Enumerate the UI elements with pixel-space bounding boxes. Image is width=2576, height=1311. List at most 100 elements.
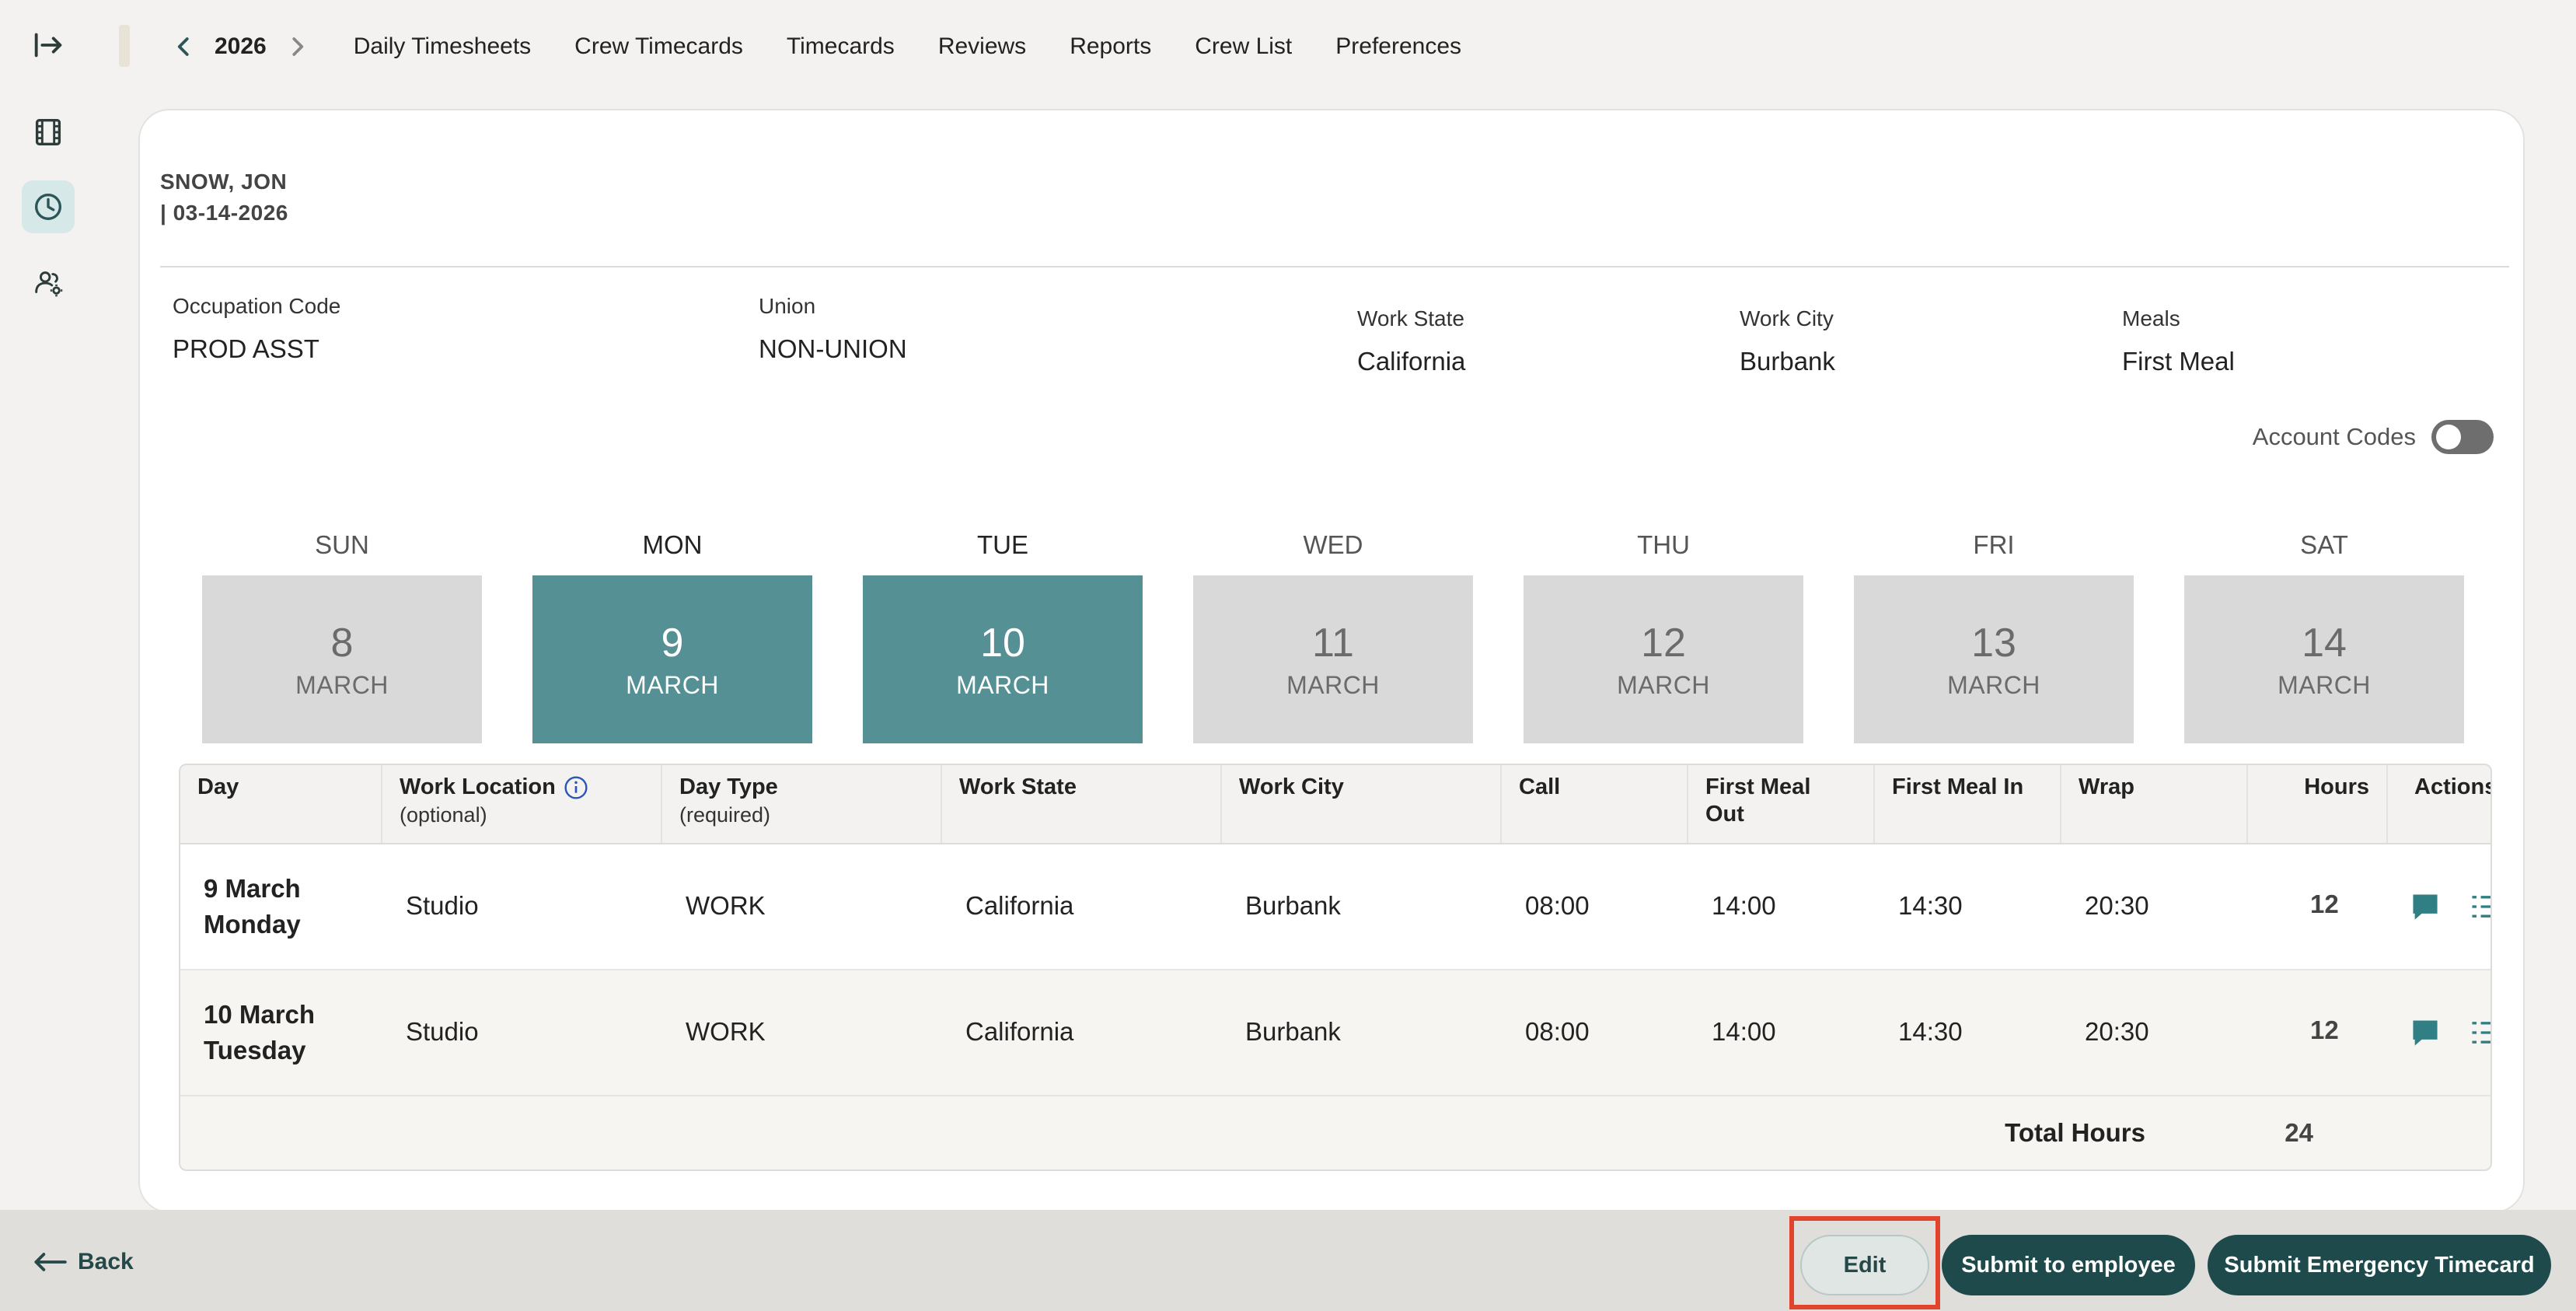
day-month: MARCH xyxy=(1617,670,1710,699)
next-year-button[interactable] xyxy=(284,33,310,60)
day-wed[interactable]: WED 11 MARCH xyxy=(1193,530,1473,743)
row-day-type: WORK xyxy=(686,1017,766,1046)
back-button[interactable]: Back xyxy=(33,1249,134,1275)
field-label: Occupation Code xyxy=(173,294,341,318)
row-work-city: Burbank xyxy=(1245,891,1341,920)
column-header-actions: Actions xyxy=(2414,774,2492,799)
row-day: 10 March Tuesday xyxy=(204,1000,316,1065)
comment-icon[interactable] xyxy=(2410,891,2441,922)
week-day-picker: SUN 8 MARCH MON 9 MARCH TUE 10 MARCH WED 11… xyxy=(202,530,2508,743)
nav-daily-timesheets[interactable]: Daily Timesheets xyxy=(354,33,531,60)
work-state-field: Work State California xyxy=(1357,306,1465,376)
row-hours: 12 xyxy=(2310,1016,2339,1044)
toggle-knob xyxy=(2436,425,2461,449)
total-hours-row: Total Hours 24 xyxy=(180,1096,2490,1169)
account-codes-label: Account Codes xyxy=(2252,423,2416,450)
row-work-location: Studio xyxy=(406,1017,479,1046)
row-first-meal-in: 14:30 xyxy=(1898,891,1963,920)
row-call: 08:00 xyxy=(1525,891,1590,920)
day-number: 9 xyxy=(661,620,684,666)
day-of-week: THU xyxy=(1637,530,1690,559)
row-day-type: WORK xyxy=(686,891,766,920)
column-header-first-meal-in: First Meal In xyxy=(1875,765,2061,843)
column-header-work-state: Work State xyxy=(942,765,1222,843)
sidebar-item-crew-settings[interactable] xyxy=(22,257,75,309)
day-month: MARCH xyxy=(2278,670,2371,699)
table-row[interactable]: 10 March Tuesday Studio WORK California B… xyxy=(180,970,2490,1096)
row-work-state: California xyxy=(965,891,1074,920)
row-work-location: Studio xyxy=(406,891,479,920)
day-of-week: TUE xyxy=(977,530,1028,559)
edit-button[interactable]: Edit xyxy=(1800,1235,1929,1295)
submit-emergency-timecard-button[interactable]: Submit Emergency Timecard xyxy=(2208,1235,2551,1295)
day-of-week: WED xyxy=(1303,530,1363,559)
total-hours-label: Total Hours xyxy=(2005,1118,2145,1147)
day-number: 8 xyxy=(330,620,354,666)
column-header-work-location: Work Location (optional) xyxy=(382,765,662,843)
account-codes-toggle[interactable] xyxy=(2431,420,2494,454)
nav-crew-list[interactable]: Crew List xyxy=(1195,33,1292,60)
chevron-left-icon xyxy=(177,37,189,56)
submit-to-employee-button[interactable]: Submit to employee xyxy=(1942,1235,2195,1295)
nav-reports[interactable]: Reports xyxy=(1070,33,1151,60)
day-month: MARCH xyxy=(1947,670,2040,699)
nav-timecards[interactable]: Timecards xyxy=(787,33,895,60)
column-header-work-city: Work City xyxy=(1222,765,1502,843)
day-of-week: MON xyxy=(642,530,703,559)
field-value: PROD ASST xyxy=(173,334,319,363)
row-first-meal-out: 14:00 xyxy=(1712,891,1776,920)
meals-field: Meals First Meal xyxy=(2122,306,2235,376)
row-work-state: California xyxy=(965,1017,1074,1046)
sidebar-item-productions[interactable] xyxy=(22,106,75,159)
previous-year-button[interactable] xyxy=(171,33,197,60)
column-header-day-type: Day Type (required) xyxy=(662,765,942,843)
nav-preferences[interactable]: Preferences xyxy=(1335,33,1461,60)
day-of-week: SAT xyxy=(2300,530,2348,559)
field-label: Work City xyxy=(1740,306,1834,330)
field-label: Meals xyxy=(2122,306,2180,330)
total-hours-value: 24 xyxy=(2285,1118,2313,1147)
column-header-call: Call xyxy=(1502,765,1688,843)
sidebar-item-timecards[interactable] xyxy=(22,180,75,233)
day-sun[interactable]: SUN 8 MARCH xyxy=(202,530,482,743)
day-month: MARCH xyxy=(295,670,389,699)
collapse-arrow-icon xyxy=(34,33,62,58)
column-header-wrap: Wrap xyxy=(2061,765,2248,843)
table-row[interactable]: 9 March Monday Studio WORK California Bur… xyxy=(180,844,2490,970)
day-sat[interactable]: SAT 14 MARCH xyxy=(2184,530,2464,743)
back-label: Back xyxy=(78,1249,134,1274)
arrow-left-icon xyxy=(34,1253,67,1271)
day-number: 10 xyxy=(980,620,1025,666)
details-list-icon[interactable] xyxy=(2469,891,2492,922)
employee-name: SNOW, JON xyxy=(160,170,288,194)
sidebar-resize-handle[interactable] xyxy=(119,25,130,67)
row-wrap: 20:30 xyxy=(2085,1017,2149,1046)
week-ending-date: | 03-14-2026 xyxy=(160,201,288,225)
year-navigator: 2026 xyxy=(171,33,310,60)
comment-icon[interactable] xyxy=(2410,1017,2441,1048)
row-day: 9 March Monday xyxy=(204,874,301,939)
field-value: NON-UNION xyxy=(759,334,907,363)
field-label: Work State xyxy=(1357,306,1464,330)
day-tue[interactable]: TUE 10 MARCH xyxy=(863,530,1143,743)
day-of-week: FRI xyxy=(1973,530,2015,559)
nav-reviews[interactable]: Reviews xyxy=(938,33,1026,60)
chevron-right-icon xyxy=(292,37,303,56)
sidebar xyxy=(0,0,96,1210)
work-city-field: Work City Burbank xyxy=(1740,306,1835,376)
field-label: Union xyxy=(759,294,816,318)
film-icon xyxy=(35,118,61,146)
day-mon[interactable]: MON 9 MARCH xyxy=(532,530,812,743)
info-icon[interactable] xyxy=(564,775,588,800)
field-value: California xyxy=(1357,347,1466,376)
day-fri[interactable]: FRI 13 MARCH xyxy=(1854,530,2134,743)
users-settings-icon xyxy=(35,271,63,297)
nav-crew-timecards[interactable]: Crew Timecards xyxy=(574,33,743,60)
account-codes-control: Account Codes xyxy=(2253,420,2494,454)
collapse-sidebar-button[interactable] xyxy=(22,19,75,72)
year-label: 2026 xyxy=(215,33,267,59)
day-thu[interactable]: THU 12 MARCH xyxy=(1524,530,1803,743)
field-value: First Meal xyxy=(2122,347,2235,376)
day-month: MARCH xyxy=(1286,670,1380,699)
details-list-icon[interactable] xyxy=(2469,1017,2492,1048)
